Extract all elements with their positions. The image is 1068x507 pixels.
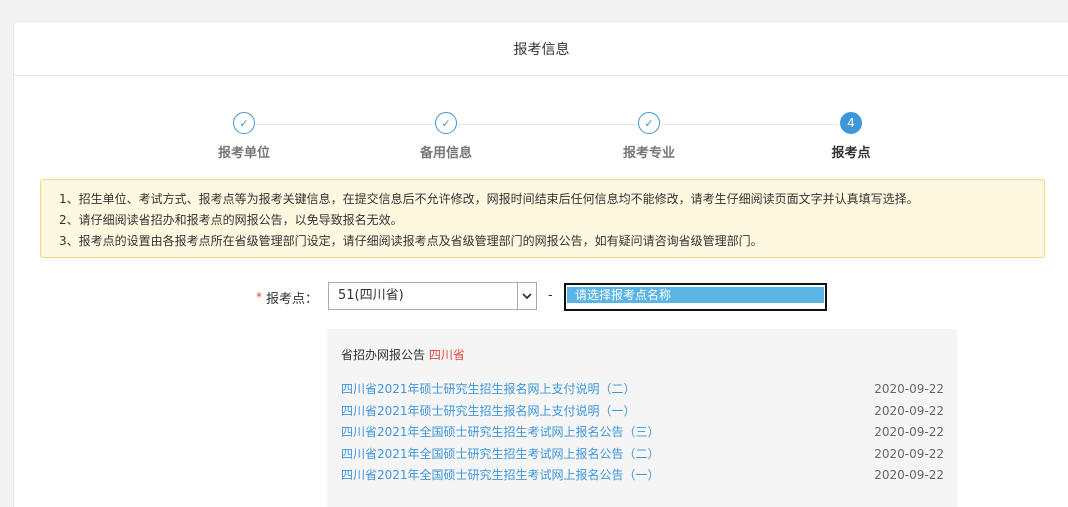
check-icon: ✓ (435, 112, 457, 134)
required-mark: * (256, 290, 262, 304)
chevron-down-icon[interactable] (517, 283, 536, 309)
step-label: 报考单位 (217, 146, 270, 161)
progress-steps: ✓ 报考单位 ✓ 备用信息 ✓ 报考专业 4 报考点 (14, 112, 1068, 172)
page-title: 报考信息 (14, 22, 1068, 76)
site-name-select[interactable]: 请选择报考点名称 (564, 283, 827, 311)
announcement-list: 四川省2021年硕士研究生招生报名网上支付说明（二） 2020-09-22 四川… (341, 379, 944, 487)
site-form-row: * 报考点： 51(四川省) - 请选择报考点名称 (14, 282, 1068, 312)
announcement-date: 2020-09-22 (874, 403, 944, 418)
step-site: 4 报考点 (811, 112, 891, 161)
announcement-link[interactable]: 四川省2021年全国硕士研究生招生考试网上报名公告（二） (341, 447, 660, 461)
separator: - (548, 288, 553, 303)
announcement-link[interactable]: 四川省2021年全国硕士研究生招生考试网上报名公告（三） (341, 425, 660, 439)
province-select-value: 51(四川省) (338, 288, 404, 303)
list-item: 四川省2021年全国硕士研究生招生考试网上报名公告（一） 2020-09-22 (341, 465, 944, 487)
announcement-panel: 省招办网报公告 四川省 四川省2021年硕士研究生招生报名网上支付说明（二） 2… (327, 329, 957, 507)
site-name-placeholder: 请选择报考点名称 (567, 287, 824, 303)
page-title-text: 报考信息 (513, 41, 570, 58)
announcement-date: 2020-09-22 (874, 446, 944, 461)
step-major: ✓ 报考专业 (609, 112, 689, 161)
announcement-link[interactable]: 四川省2021年硕士研究生招生报名网上支付说明（二） (341, 382, 636, 396)
list-item: 四川省2021年全国硕士研究生招生考试网上报名公告（二） 2020-09-22 (341, 444, 944, 466)
announcement-province: 四川省 (428, 348, 465, 362)
list-item: 四川省2021年硕士研究生招生报名网上支付说明（一） 2020-09-22 (341, 401, 944, 423)
announcement-date: 2020-09-22 (874, 468, 944, 482)
announcement-link[interactable]: 四川省2021年硕士研究生招生报名网上支付说明（一） (341, 404, 636, 418)
notice-line: 3、报考点的设置由各报考点所在省级管理部门设定，请仔细阅读报考点及省级管理部门的… (59, 234, 763, 248)
announcement-date: 2020-09-22 (874, 425, 944, 439)
notice-line: 1、招生单位、考试方式、报考点等为报考关键信息，在提交信息后不允许修改，网报时间… (59, 192, 919, 206)
step-backup: ✓ 备用信息 (406, 112, 486, 161)
check-icon: ✓ (638, 112, 660, 134)
announcement-title: 省招办网报公告 四川省 (341, 346, 465, 363)
site-label: 报考点： (266, 292, 319, 307)
list-item: 四川省2021年硕士研究生招生报名网上支付说明（二） 2020-09-22 (341, 379, 944, 401)
notice-line: 2、请仔细阅读省招办和报考点的网报公告，以免导致报名无效。 (59, 213, 403, 227)
notice-box: 1、招生单位、考试方式、报考点等为报考关键信息，在提交信息后不允许修改，网报时间… (40, 179, 1045, 258)
announcement-link[interactable]: 四川省2021年全国硕士研究生招生考试网上报名公告（一） (341, 468, 660, 482)
step-label: 备用信息 (419, 146, 472, 161)
check-icon: ✓ (233, 112, 255, 134)
list-item: 四川省2021年全国硕士研究生招生考试网上报名公告（三） 2020-09-22 (341, 422, 944, 444)
form-card: 报考信息 ✓ 报考单位 ✓ 备用信息 ✓ 报考专业 4 报考点 1、招生单位、考… (13, 21, 1068, 507)
step-label: 报考专业 (622, 146, 675, 161)
step-number-badge: 4 (840, 112, 862, 134)
province-select[interactable]: 51(四川省) (328, 282, 537, 310)
step-unit: ✓ 报考单位 (204, 112, 284, 161)
announcement-date: 2020-09-22 (874, 382, 944, 396)
announcement-title-text: 省招办网报公告 (341, 348, 426, 362)
step-label: 报考点 (831, 146, 871, 161)
